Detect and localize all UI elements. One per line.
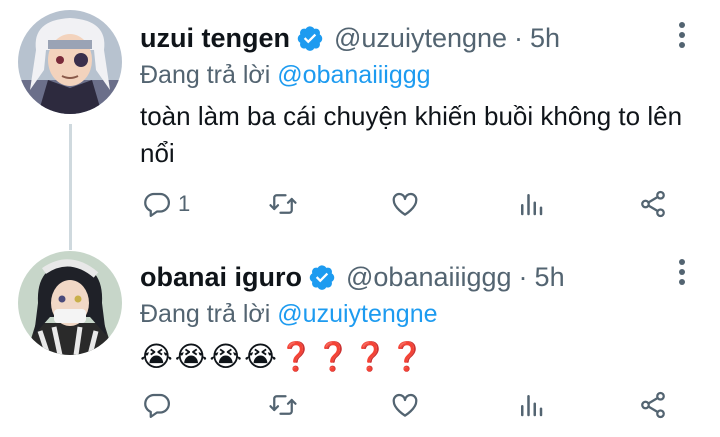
avatar-image	[18, 10, 122, 114]
timestamp[interactable]: 5h	[535, 262, 565, 293]
retweet-icon	[269, 194, 297, 214]
view-stats-button[interactable]	[516, 385, 546, 425]
tweet-header: uzui tengen @uzuiytengne · 5h	[140, 18, 690, 58]
like-button[interactable]	[390, 385, 420, 425]
tweet-text: toàn làm ba cái chuyện khiến buồi không …	[140, 101, 683, 168]
thread-line	[69, 124, 72, 250]
replying-to-label: Đang trả lời	[140, 300, 271, 328]
reply-button[interactable]	[142, 385, 178, 425]
more-options-icon[interactable]	[678, 259, 686, 289]
verified-badge-icon	[297, 26, 323, 51]
separator-dot: ·	[518, 261, 528, 292]
mention-link[interactable]: @uzuiytengne	[277, 300, 437, 328]
separator-dot: ·	[514, 22, 524, 53]
timestamp[interactable]: 5h	[530, 23, 560, 54]
share-icon	[641, 391, 665, 419]
more-options-icon[interactable]	[678, 22, 686, 52]
tweet-content: uzui tengen @uzuiytengne · 5h Đang trả l…	[140, 18, 690, 172]
replying-to: Đang trả lời @uzuiytengne	[140, 297, 690, 331]
user-handle[interactable]: @uzuiytengne	[334, 23, 507, 54]
tweet-header: obanai iguro @obanaiiiggg · 5h	[140, 257, 690, 297]
display-name[interactable]: uzui tengen	[140, 23, 290, 54]
tweet-text: 😭😭😭😭❓❓❓❓	[140, 341, 427, 372]
tweet[interactable]: uzui tengen @uzuiytengne · 5h Đang trả l…	[0, 0, 720, 250]
reply-icon	[144, 393, 170, 418]
tweet-actions: 1	[140, 184, 690, 224]
reply-icon	[144, 192, 170, 217]
replying-to-label: Đang trả lời	[140, 61, 271, 89]
share-icon	[641, 190, 665, 218]
stats-icon	[521, 194, 543, 216]
share-button[interactable]	[638, 385, 668, 425]
share-button[interactable]	[638, 184, 668, 224]
tweet[interactable]: obanai iguro @obanaiiiggg · 5h Đang trả …	[0, 245, 720, 437]
retweet-button[interactable]	[268, 385, 298, 425]
like-icon	[392, 393, 418, 417]
verified-badge-icon	[309, 265, 335, 290]
tweet-actions	[140, 385, 690, 425]
like-button[interactable]	[390, 184, 420, 224]
replying-to: Đang trả lời @obanaiiiggg	[140, 58, 690, 92]
avatar[interactable]	[18, 251, 122, 355]
avatar[interactable]	[18, 10, 122, 114]
display-name[interactable]: obanai iguro	[140, 262, 302, 293]
avatar-image	[18, 251, 122, 355]
mention-link[interactable]: @obanaiiiggg	[277, 61, 430, 89]
reply-count: 1	[178, 191, 191, 216]
view-stats-button[interactable]	[516, 184, 546, 224]
retweet-icon	[269, 395, 297, 415]
user-handle[interactable]: @obanaiiiggg	[346, 262, 512, 293]
like-icon	[392, 192, 418, 216]
tweet-content: obanai iguro @obanaiiiggg · 5h Đang trả …	[140, 257, 690, 377]
stats-icon	[521, 395, 543, 417]
reply-button[interactable]: 1	[142, 184, 190, 224]
retweet-button[interactable]	[268, 184, 298, 224]
